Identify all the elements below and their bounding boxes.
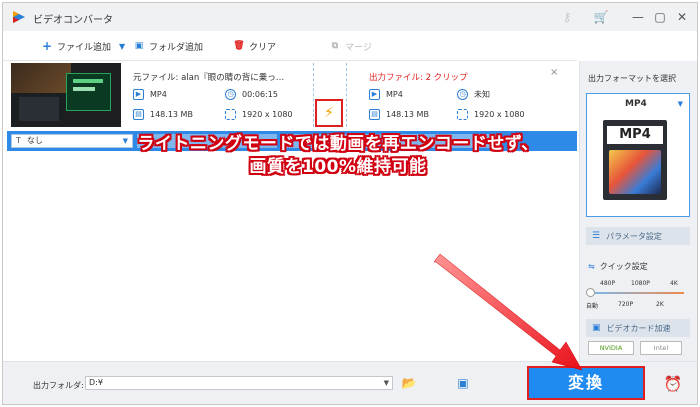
- toolbar: + ファイル追加 ▼ ▣ フォルダ追加 🗑 クリア ⧉ マージ: [3, 31, 577, 61]
- quality-slider-handle[interactable]: [586, 288, 595, 297]
- gpu-options: NVIDIA Intel: [586, 341, 690, 357]
- open-output-folder-icon[interactable]: ▣: [455, 376, 471, 390]
- chip-icon: ▣: [592, 323, 601, 333]
- chevron-down-icon: ▼: [383, 379, 389, 387]
- source-resolution: 1920 x 1080: [225, 109, 293, 120]
- file-size-icon: ▤: [369, 109, 380, 120]
- selected-format: MP4: [625, 99, 647, 109]
- quick-settings-label: ⇋ クイック設定: [588, 262, 648, 271]
- merge-button[interactable]: ⧉ マージ: [329, 39, 372, 53]
- cart-icon[interactable]: 🛒: [593, 9, 609, 25]
- clear-button[interactable]: 🗑 クリア: [233, 39, 276, 53]
- tick-1080p: 1080P: [631, 280, 650, 287]
- source-format: ▶ MP4: [133, 89, 167, 100]
- intel-option[interactable]: Intel: [640, 341, 682, 355]
- format-icon: ▶: [133, 89, 144, 100]
- browse-folder-icon[interactable]: 📂: [401, 376, 417, 390]
- gpu-acceleration-button[interactable]: ▣ ビデオカード加速: [586, 319, 690, 337]
- folder-plus-icon: ▣: [134, 41, 144, 51]
- add-file-button[interactable]: + ファイル追加: [41, 39, 111, 53]
- clock-icon: ◷: [225, 89, 236, 100]
- tick-4k: 4K: [670, 280, 678, 287]
- text-icon: T: [16, 136, 21, 145]
- app-window: ビデオコンバータ ⚷ 🛒 — ▢ ✕ + ファイル追加 ▼ ▣ フォルダ追加 🗑…: [2, 2, 698, 405]
- parameter-settings-button[interactable]: ☰ パラメータ設定: [586, 227, 690, 245]
- tick-2k: 2K: [656, 301, 664, 308]
- minimize-button[interactable]: —: [629, 8, 647, 26]
- alarm-clock-icon[interactable]: ⏰: [663, 374, 683, 394]
- output-duration: ◷ 未知: [457, 89, 490, 100]
- quick-settings-icon: ⇋: [588, 262, 595, 271]
- key-icon[interactable]: ⚷: [559, 9, 575, 25]
- output-folder-label: 出力フォルダ:: [33, 381, 84, 390]
- annotation-line-2: 画質を100%維持可能: [249, 157, 427, 177]
- output-size: ▤ 148.13 MB: [369, 109, 429, 120]
- output-format-selector[interactable]: MP4 ▼ MP4: [586, 93, 690, 217]
- source-file-label: 元ファイル: alan『眼の睛の背に乗っ…: [133, 73, 285, 83]
- clear-label: クリア: [249, 42, 277, 53]
- chevron-down-icon: ▼: [677, 100, 683, 108]
- file-size-icon: ▤: [133, 109, 144, 120]
- clock-icon: ◷: [457, 89, 468, 100]
- format-icon: ▶: [369, 89, 380, 100]
- file-list-area: [7, 153, 577, 361]
- video-thumbnail[interactable]: [11, 63, 121, 127]
- source-size: ▤ 148.13 MB: [133, 109, 193, 120]
- plus-icon: +: [41, 39, 53, 53]
- source-duration: ◷ 00:06:15: [225, 89, 278, 100]
- title-bar: ビデオコンバータ ⚷ 🛒 — ▢ ✕: [3, 3, 697, 31]
- format-panel: 出力フォーマットを選択 MP4 ▼ MP4 ☰ パラメータ設定 ⇋ クイック設定…: [579, 61, 697, 361]
- remove-item-icon[interactable]: ×: [550, 67, 558, 78]
- bottom-bar: 出力フォルダ: D:¥ ▼ 📂 ▣ 変換 ⏰: [3, 361, 697, 404]
- app-logo-icon: [13, 11, 25, 23]
- subtitle-select[interactable]: T なし ▼: [11, 134, 133, 148]
- convert-button[interactable]: 変換: [527, 366, 645, 400]
- add-file-dropdown-icon[interactable]: ▼: [119, 39, 125, 53]
- close-button[interactable]: ✕: [673, 8, 691, 26]
- annotation-line-1: ライトニングモードでは動画を再エンコードせず、: [137, 134, 539, 154]
- output-folder-select[interactable]: D:¥ ▼: [85, 376, 393, 390]
- trash-icon: 🗑: [233, 41, 245, 51]
- lightning-mode-button[interactable]: ⚡: [315, 99, 343, 127]
- mp4-format-icon: MP4: [603, 120, 667, 200]
- app-title: ビデオコンバータ: [33, 15, 113, 26]
- lightning-bolt-icon: ⚡: [324, 105, 334, 121]
- video-item[interactable]: 元ファイル: alan『眼の睛の背に乗っ… ▶ MP4 ◷ 00:06:15 ▤…: [7, 63, 561, 127]
- output-format: ▶ MP4: [369, 89, 403, 100]
- add-folder-button[interactable]: ▣ フォルダ追加: [133, 39, 203, 53]
- output-file-label: 出力ファイル: 2 クリップ: [369, 73, 468, 83]
- resolution-icon: [457, 109, 468, 120]
- merge-label: マージ: [345, 42, 372, 53]
- merge-icon: ⧉: [331, 41, 339, 51]
- nvidia-option[interactable]: NVIDIA: [588, 341, 634, 355]
- tick-480p: 480P: [600, 280, 616, 287]
- output-resolution: 1920 x 1080: [457, 109, 525, 120]
- format-panel-title: 出力フォーマットを選択: [588, 74, 676, 83]
- tick-auto: 自動: [586, 303, 599, 310]
- add-folder-label: フォルダ追加: [149, 42, 204, 53]
- annotation-banner: ライトニングモードでは動画を再エンコードせず、 画質を100%維持可能: [128, 133, 548, 179]
- resolution-icon: [225, 109, 236, 120]
- sliders-icon: ☰: [592, 231, 601, 241]
- add-file-label: ファイル追加: [57, 42, 112, 53]
- quality-slider[interactable]: [590, 292, 684, 294]
- tick-720p: 720P: [618, 301, 634, 308]
- maximize-button[interactable]: ▢: [651, 8, 669, 26]
